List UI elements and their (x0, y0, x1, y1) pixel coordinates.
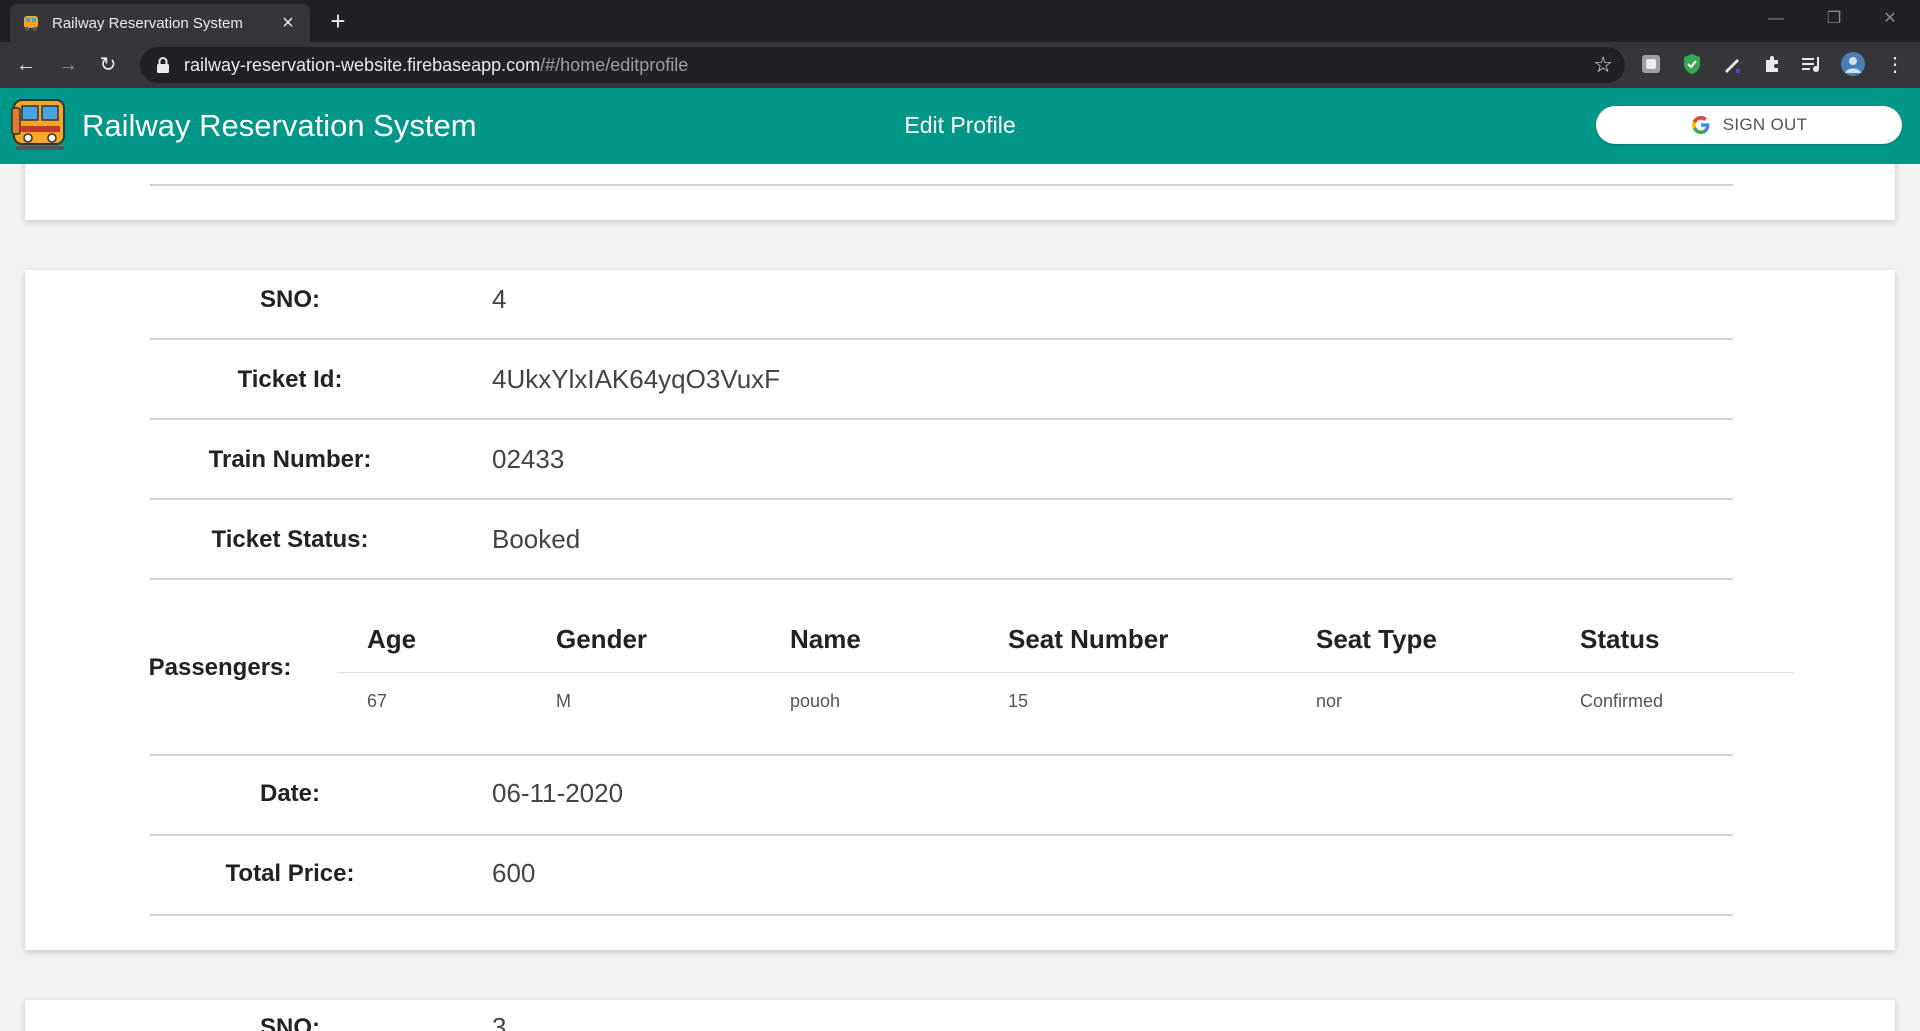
passenger-name: pouoh (790, 691, 841, 711)
shield-extension-icon[interactable] (1679, 51, 1705, 77)
google-icon (1691, 116, 1710, 134)
ticket-status-value: Booked (492, 524, 581, 554)
divider (150, 834, 1733, 836)
url-host: railway-reservation-website.firebaseapp.… (184, 54, 541, 75)
divider (150, 418, 1733, 420)
date-value: 06-11-2020 (492, 778, 624, 808)
ticket-card-next: SNO: 3 (25, 1000, 1895, 1031)
table-header-divider (337, 672, 1794, 673)
sign-out-button[interactable]: SIGN OUT (1596, 106, 1902, 144)
column-header-seat-number: Seat Number (1008, 624, 1169, 654)
extension-square-icon[interactable] (1638, 51, 1664, 77)
browser-menu-icon[interactable]: ⋮ (1882, 51, 1908, 77)
sno-value: 4 (492, 284, 507, 314)
sno-label: SNO: (260, 1014, 320, 1031)
forward-arrow-icon[interactable]: → (54, 51, 82, 79)
pen-extension-icon[interactable] (1719, 51, 1745, 77)
tickets-list: SNO: 4 Ticket Id: 4UkxYlxIAK64yqO3VuxF T… (0, 164, 1920, 1031)
close-tab-icon[interactable]: × (278, 13, 298, 33)
ticket-id-value: 4UkxYlxIAK64yqO3VuxF (492, 364, 781, 394)
passenger-gender: M (556, 691, 571, 711)
url-path: /#/home/editprofile (540, 54, 689, 75)
passenger-status: Confirmed (1580, 691, 1664, 711)
train-logo-icon (11, 99, 65, 150)
divider (150, 578, 1733, 580)
page-title: Edit Profile (904, 112, 1016, 138)
browser-toolbar: ← → ↻ railway-reservation-website.fireba… (0, 42, 1920, 88)
address-bar[interactable]: railway-reservation-website.firebaseapp.… (140, 47, 1625, 83)
train-number-value: 02433 (492, 444, 565, 474)
column-header-name: Name (790, 624, 861, 654)
train-favicon-icon (24, 16, 38, 31)
passenger-age: 67 (367, 691, 388, 711)
divider (150, 338, 1733, 340)
reload-icon[interactable]: ↻ (94, 51, 122, 79)
bookmark-star-icon[interactable]: ☆ (1593, 53, 1613, 77)
app-title: Railway Reservation System (82, 108, 477, 143)
media-queue-icon[interactable] (1799, 51, 1825, 77)
minimize-window-icon[interactable]: — (1756, 6, 1796, 32)
train-number-label: Train Number: (208, 446, 372, 473)
tab-title: Railway Reservation System (52, 14, 243, 32)
total-price-label: Total Price: (225, 860, 355, 887)
app-header: Railway Reservation System Edit Profile … (0, 88, 1920, 164)
divider (150, 754, 1733, 756)
browser-tab-strip: Railway Reservation System × + — ❐ ✕ (0, 0, 1920, 42)
column-header-status: Status (1580, 624, 1660, 654)
close-window-icon[interactable]: ✕ (1870, 6, 1910, 32)
back-arrow-icon[interactable]: ← (12, 51, 40, 79)
browser-tab[interactable]: Railway Reservation System × (10, 4, 310, 42)
ticket-status-label: Ticket Status: (211, 526, 369, 553)
column-header-age: Age (367, 624, 417, 654)
divider (150, 498, 1733, 500)
passenger-seat-type: nor (1316, 691, 1343, 711)
new-tab-button[interactable]: + (324, 8, 352, 36)
divider (150, 914, 1733, 916)
passengers-label: Passengers: (148, 654, 292, 681)
ticket-card-previous (25, 164, 1895, 220)
puzzle-extensions-icon[interactable] (1759, 51, 1785, 77)
ticket-id-label: Ticket Id: (237, 366, 343, 393)
divider (150, 184, 1733, 186)
date-label: Date: (259, 780, 320, 807)
sign-out-label: SIGN OUT (1722, 115, 1808, 134)
passenger-seat-number: 15 (1008, 691, 1029, 711)
restore-window-icon[interactable]: ❐ (1814, 6, 1854, 32)
column-header-gender: Gender (556, 624, 648, 654)
total-price-value: 600 (492, 858, 536, 888)
column-header-seat-type: Seat Type (1316, 624, 1437, 654)
sno-label: SNO: (260, 286, 320, 313)
ticket-card: SNO: 4 Ticket Id: 4UkxYlxIAK64yqO3VuxF T… (25, 270, 1895, 950)
profile-avatar[interactable] (1840, 51, 1866, 77)
lock-icon (157, 57, 169, 73)
sno-value: 3 (492, 1012, 507, 1031)
